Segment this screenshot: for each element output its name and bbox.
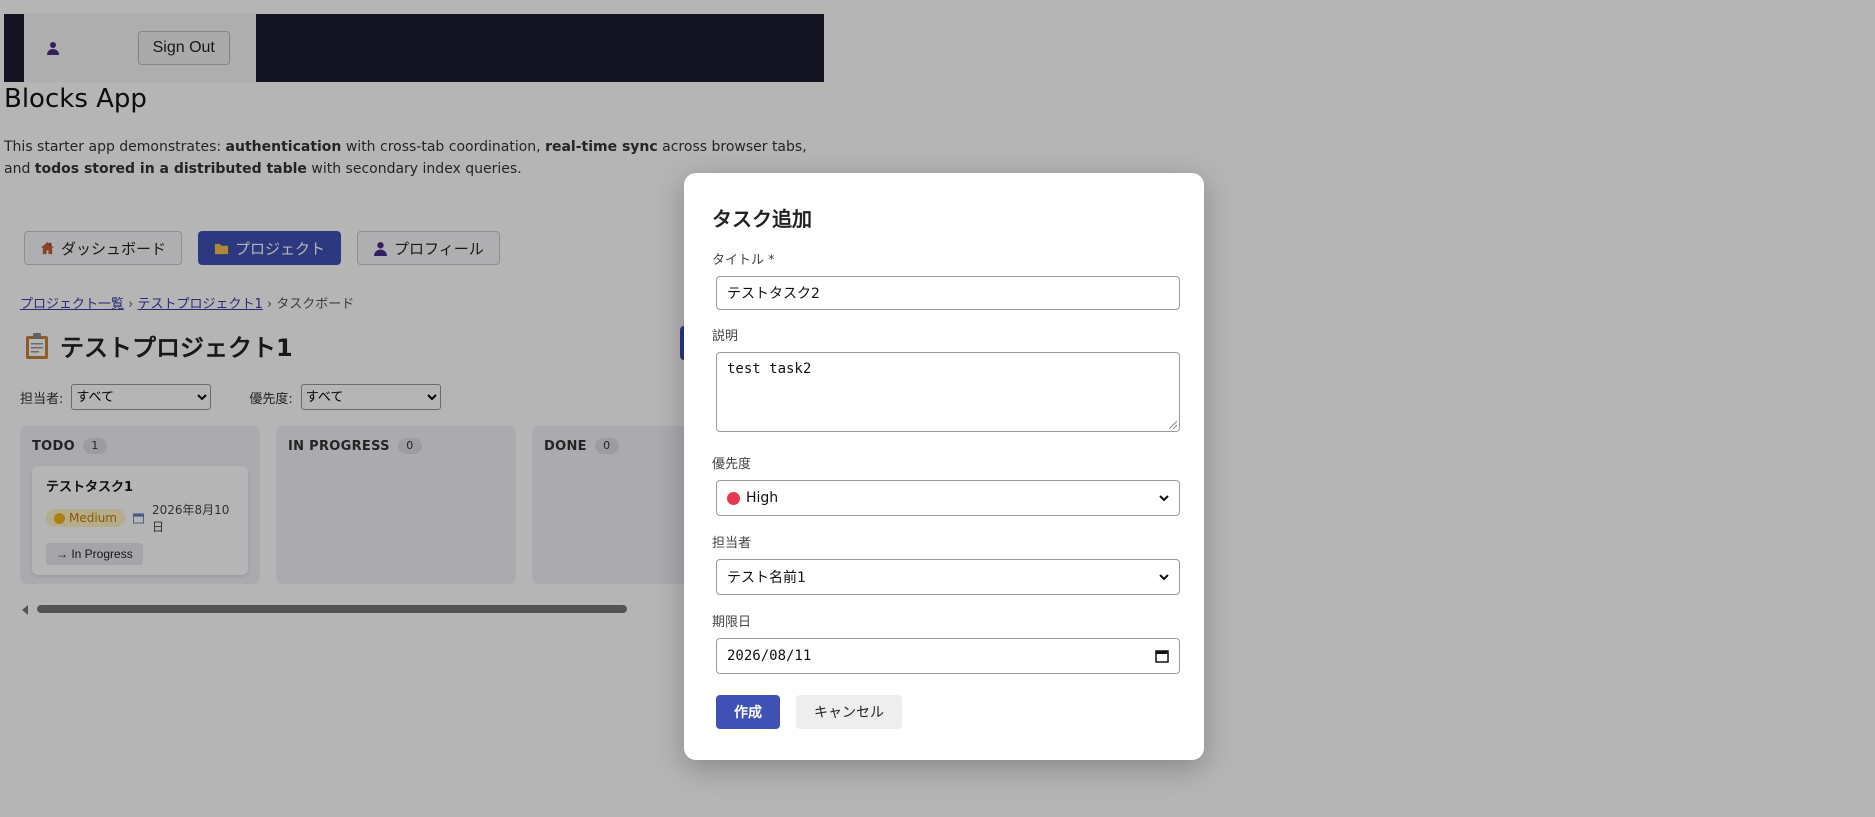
due-date-label: 期限日 <box>712 615 752 630</box>
create-button[interactable]: 作成 <box>716 695 780 729</box>
description-label: 説明 <box>712 329 739 344</box>
modal-actions: 作成 キャンセル <box>716 695 902 729</box>
modal-title: タスク追加 <box>712 207 812 231</box>
assignee-field-group: 担当者 テスト名前1 <box>712 532 1180 595</box>
description-value: test task2 <box>727 361 812 377</box>
title-field-group: タイトル * テストタスク2 <box>712 249 1180 310</box>
title-input[interactable]: テストタスク2 <box>716 276 1180 310</box>
priority-label: 優先度 <box>712 457 752 472</box>
priority-select[interactable]: High <box>716 480 1180 516</box>
priority-selected: High <box>727 490 778 506</box>
chevron-down-icon <box>1159 495 1169 502</box>
assignee-select-value: テスト名前1 <box>727 570 806 586</box>
priority-field-group: 優先度 High <box>712 453 1180 516</box>
high-priority-icon <box>727 491 740 505</box>
due-date-input[interactable]: 2026/08/11 <box>716 638 1180 674</box>
assignee-select[interactable]: テスト名前1 <box>716 559 1180 595</box>
assignee-label: 担当者 <box>712 536 752 551</box>
due-date-value: 2026/08/11 <box>727 648 812 664</box>
priority-select-value: High <box>746 490 779 506</box>
description-field-group: 説明 test task2 <box>712 325 1180 432</box>
due-date-field-group: 期限日 2026/08/11 <box>712 611 1180 674</box>
description-textarea[interactable]: test task2 <box>716 352 1180 432</box>
cancel-button[interactable]: キャンセル <box>796 695 902 729</box>
add-task-modal: タスク追加 タイトル * テストタスク2 説明 test task2 優先度 H… <box>684 173 1204 760</box>
calendar-icon[interactable] <box>1155 649 1169 663</box>
title-label: タイトル * <box>712 253 775 268</box>
chevron-down-icon <box>1159 574 1169 581</box>
resize-handle-icon[interactable] <box>1169 421 1177 429</box>
title-input-value: テストタスク2 <box>727 286 820 302</box>
